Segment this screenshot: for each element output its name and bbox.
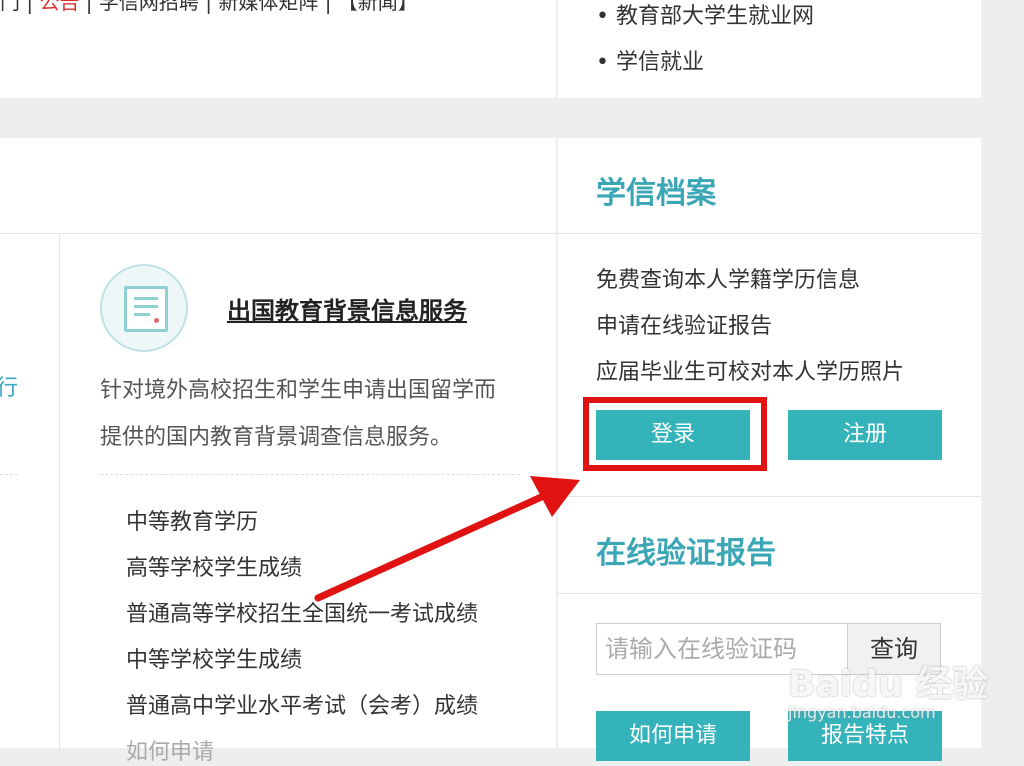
- service-item-college-grades[interactable]: 高等学校学生成绩: [126, 550, 302, 582]
- link-moe-employment[interactable]: • 教育部大学生就业网: [596, 0, 814, 30]
- service-item-secondary-grades[interactable]: 中等学校学生成绩: [126, 642, 302, 674]
- how-to-apply-button[interactable]: 如何申请: [596, 711, 750, 761]
- service-item-secondary-education[interactable]: 中等教育学历: [126, 504, 258, 536]
- top-link-partial[interactable]: 门 |: [0, 0, 39, 14]
- divider: [0, 233, 556, 234]
- archive-feature-line: 应届毕业生可校对本人学历照片: [596, 360, 905, 385]
- online-verify-title: 在线验证报告: [596, 536, 776, 571]
- divider: [558, 593, 981, 594]
- top-nav-strip: 门 | 公告 | 学信网招聘 | 新媒体矩阵 | 【新闻】: [0, 0, 556, 98]
- top-link-rest[interactable]: | 学信网招聘 | 新媒体矩阵 | 【新闻】: [79, 0, 418, 14]
- service-item-how-to-apply[interactable]: 如何申请: [126, 734, 214, 766]
- divider: [558, 233, 981, 234]
- divider: [558, 496, 981, 497]
- service-description-line: 针对境外高校招生和学生申请出国留学而: [100, 378, 497, 403]
- baidu-watermark: Baidu 经验 jingyan.baidu.com: [788, 655, 1024, 748]
- divider: [59, 234, 60, 754]
- archive-feature-line: 申请在线验证报告: [596, 314, 773, 339]
- service-title-link[interactable]: 出国教育背景信息服务: [227, 291, 467, 326]
- top-link-announcement[interactable]: 公告: [39, 0, 79, 14]
- service-item-huikao-scores[interactable]: 普通高中学业水平考试（会考）成绩: [126, 688, 478, 720]
- related-links-panel: • 教育部大学生就业网 • 学信就业: [558, 0, 981, 98]
- services-panel: 行 出国教育背景信息服务 针对境外高校招生和学生申请出国留学而 提供的国内教育背…: [0, 138, 556, 765]
- register-button[interactable]: 注册: [788, 410, 942, 460]
- xuexin-archive-title: 学信档案: [596, 176, 716, 211]
- certificate-icon: [100, 264, 188, 352]
- service-item-gaokao-scores[interactable]: 普通高等学校招生全国统一考试成绩: [126, 596, 478, 628]
- service-description-line: 提供的国内教育背景调查信息服务。: [100, 425, 453, 450]
- archive-feature-line: 免费查询本人学籍学历信息: [596, 268, 861, 293]
- annotation-highlight-box: [583, 397, 767, 471]
- cut-off-text: 行: [0, 376, 19, 401]
- top-nav-links: 门 | 公告 | 学信网招聘 | 新媒体矩阵 | 【新闻】: [0, 0, 418, 15]
- divider: [0, 474, 18, 475]
- watermark-brand: Baidu 经验: [788, 664, 989, 705]
- divider: [100, 474, 520, 475]
- watermark-url: jingyan.baidu.com: [788, 703, 936, 722]
- link-xuexin-employment[interactable]: • 学信就业: [596, 44, 704, 76]
